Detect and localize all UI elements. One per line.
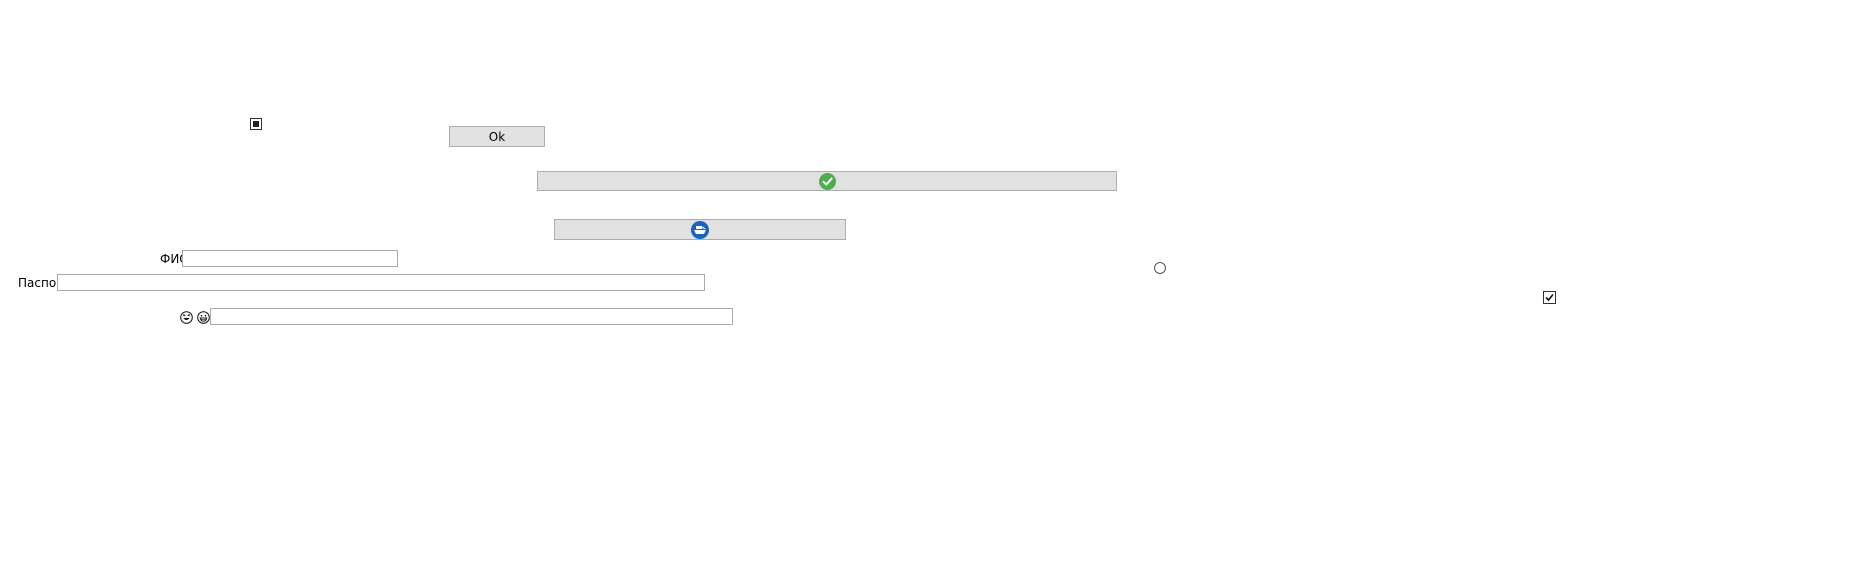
grinning-face-icon	[197, 311, 211, 325]
text-field[interactable]	[210, 308, 733, 325]
ship-icon	[691, 220, 709, 239]
radio-button[interactable]	[1154, 262, 1166, 274]
ok-button-label: Ok	[488, 129, 506, 144]
laughing-face-icon	[180, 311, 194, 325]
ship-button[interactable]	[554, 219, 846, 240]
checkbox-indeterminate[interactable]	[250, 118, 262, 130]
fio-field[interactable]	[182, 250, 398, 267]
ok-button[interactable]: Ok	[449, 126, 545, 147]
checkbox-checked[interactable]	[1543, 291, 1556, 304]
check-circle-icon	[818, 172, 836, 190]
confirm-button[interactable]	[537, 171, 1117, 191]
passport-field[interactable]	[57, 274, 705, 291]
